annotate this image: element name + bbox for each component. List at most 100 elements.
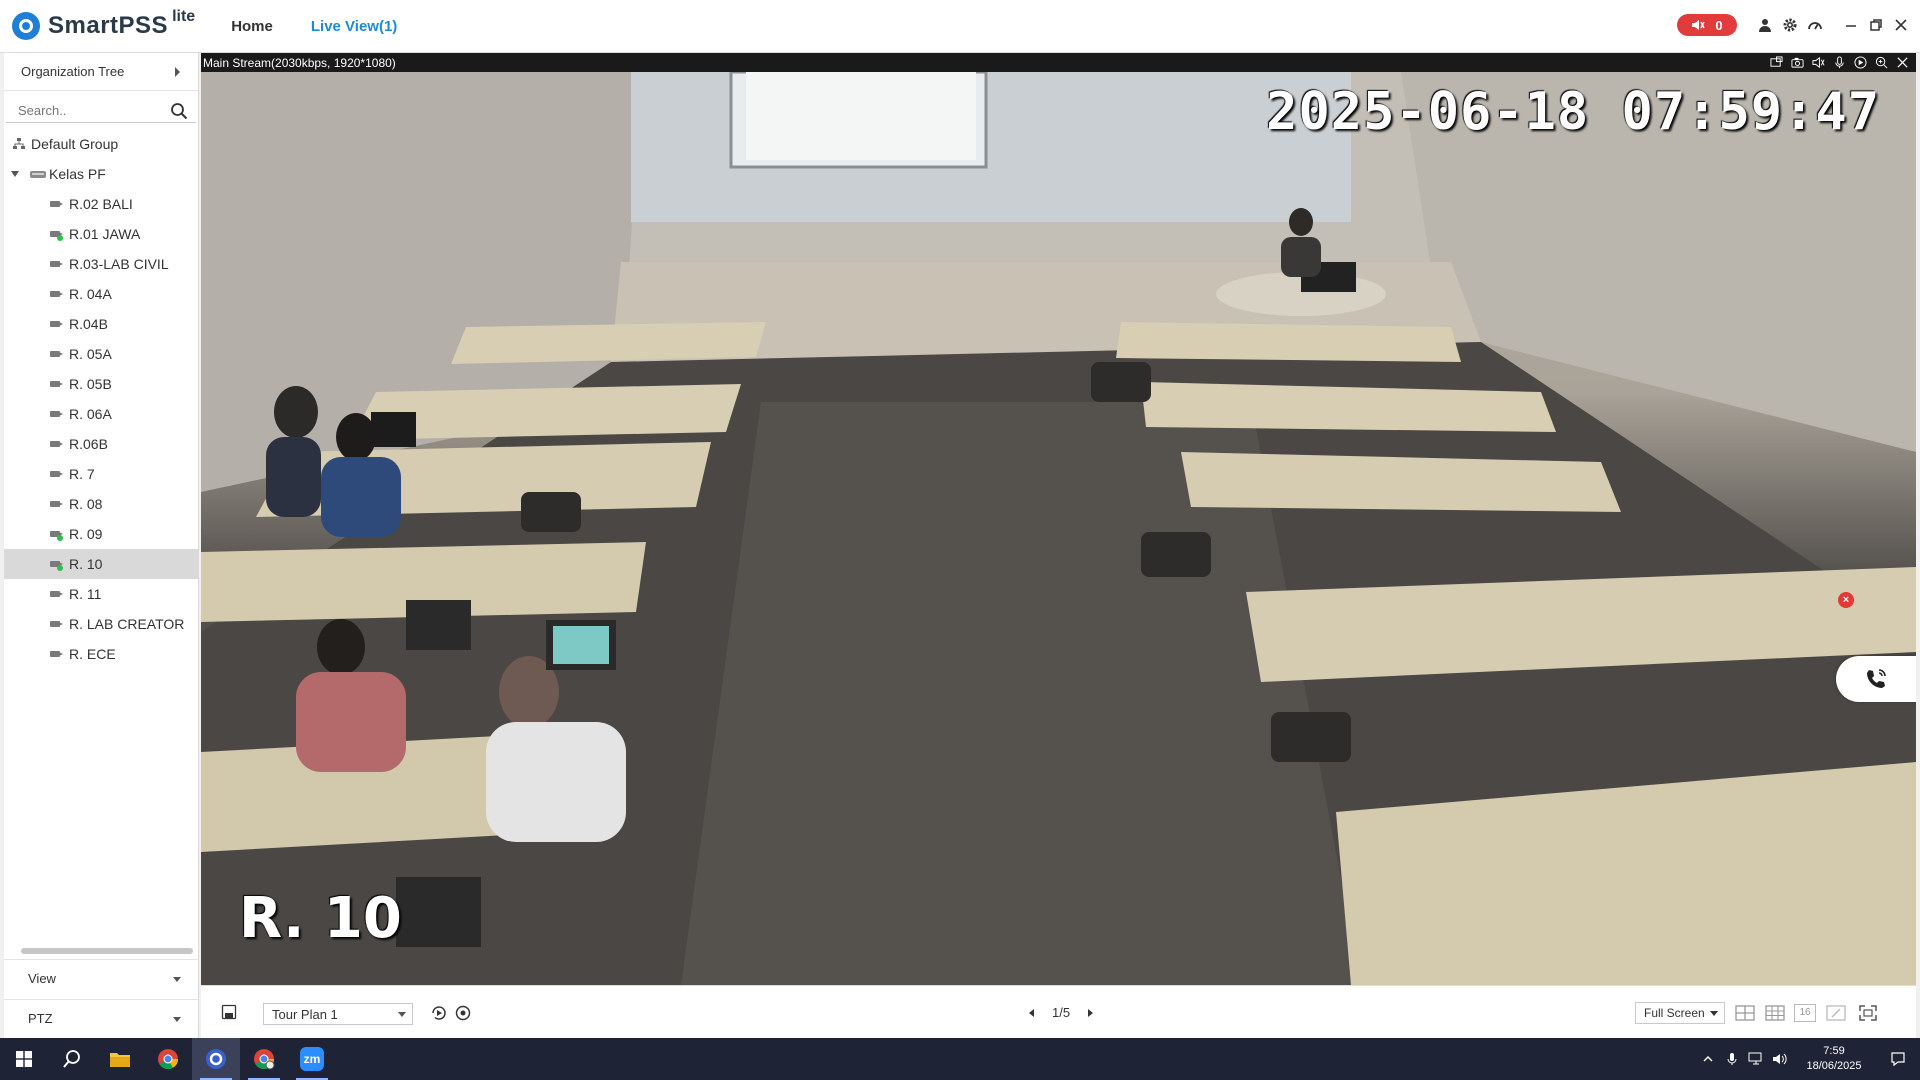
tree-item-camera[interactable]: R.03-LAB CIVIL [4, 249, 198, 279]
chrome-profile-icon [254, 1049, 275, 1070]
notification-icon[interactable] [1876, 1038, 1920, 1080]
chevron-up-icon[interactable] [1696, 1038, 1720, 1080]
microphone-icon[interactable] [1720, 1038, 1744, 1080]
screen-mode-select[interactable]: Full Screen [1635, 1002, 1725, 1024]
network-icon[interactable] [1744, 1038, 1768, 1080]
camera-icon [50, 499, 64, 509]
nvr-device-icon [30, 171, 46, 178]
tree-item-camera[interactable]: R. 05B [4, 369, 198, 399]
taskbar-smartpss[interactable] [192, 1038, 240, 1080]
taskbar-chrome-profile[interactable] [240, 1038, 288, 1080]
caret-down-icon [173, 1017, 181, 1022]
tab-live-view[interactable]: Live View(1) [311, 18, 397, 35]
folder-icon [110, 1053, 130, 1067]
screen-mode-value: Full Screen [1644, 1006, 1705, 1020]
previous-page-icon[interactable] [1029, 1008, 1034, 1017]
clock-date: 18/06/2025 [1806, 1060, 1862, 1072]
restore-icon[interactable] [1865, 14, 1887, 36]
tree-item-camera[interactable]: R. 10 [4, 549, 198, 579]
microphone-icon[interactable] [1831, 54, 1847, 70]
ptz-panel-toggle[interactable]: PTZ [4, 999, 199, 1037]
caret-down-icon [398, 1012, 406, 1017]
tree-item-camera[interactable]: R.01 JAWA [4, 219, 198, 249]
taskbar-file-explorer[interactable] [96, 1038, 144, 1080]
tree-item-label: R. 11 [69, 586, 102, 602]
user-icon[interactable] [1754, 14, 1776, 36]
tour-settings-icon[interactable] [453, 1003, 473, 1023]
zoom-in-icon[interactable] [1873, 54, 1889, 70]
close-call-widget-icon[interactable]: × [1838, 592, 1854, 608]
taskbar-zoom[interactable]: zm [288, 1038, 336, 1080]
start-button[interactable] [0, 1038, 48, 1080]
smartpss-logo-icon [12, 12, 40, 40]
tree-item-label: R. 04A [69, 286, 112, 302]
video-controls [1768, 54, 1910, 70]
tree-item-label: R. 7 [69, 466, 95, 482]
intercom-call-widget[interactable] [1836, 656, 1916, 702]
app-name: SmartPSS [48, 12, 169, 39]
tree-item-camera[interactable]: R. 09 [4, 519, 198, 549]
search-input[interactable] [6, 99, 166, 122]
app-name-suffix: lite [172, 8, 196, 25]
close-icon[interactable] [1890, 14, 1912, 36]
tree-item-label: R. 08 [69, 496, 103, 512]
alarm-button[interactable]: 0 [1677, 14, 1737, 36]
camera-icon [50, 469, 64, 479]
snapshot-camera-icon[interactable] [1789, 54, 1805, 70]
playback-icon[interactable] [1852, 54, 1868, 70]
tree-item-camera[interactable]: R. 7 [4, 459, 198, 489]
taskbar-clock[interactable]: 7:59 18/06/2025 [1792, 1044, 1876, 1074]
tab-home[interactable]: Home [231, 18, 273, 35]
search-icon[interactable] [170, 102, 188, 120]
tree-item-camera[interactable]: R. 08 [4, 489, 198, 519]
tree-item-default-group[interactable]: Default Group [4, 129, 198, 159]
tour-plan-select[interactable]: Tour Plan 1 [263, 1003, 413, 1025]
volume-icon[interactable] [1768, 1038, 1792, 1080]
tree-item-kelas-pf[interactable]: Kelas PF [4, 159, 198, 189]
camera-feed[interactable]: 2025-06-18 07:59:47 R. 10 [201, 72, 1916, 985]
osd-channel-name: R. 10 [239, 886, 402, 951]
next-page-icon[interactable] [1088, 1008, 1094, 1017]
caret-down-icon [173, 977, 181, 982]
caret-down-icon[interactable] [10, 169, 20, 179]
camera-icon [50, 649, 64, 659]
search-icon [63, 1050, 80, 1068]
speedometer-icon[interactable] [1804, 14, 1826, 36]
alarm-count: 0 [1715, 17, 1723, 33]
camera-icon [50, 439, 64, 449]
minimize-icon[interactable] [1840, 14, 1862, 36]
gear-icon[interactable] [1779, 14, 1801, 36]
online-status-dot [57, 565, 63, 571]
window-icon[interactable] [1768, 54, 1784, 70]
horizontal-scrollbar[interactable] [21, 948, 193, 954]
tree-item-camera[interactable]: R.04B [4, 309, 198, 339]
live-video-window[interactable]: Main Stream(2030kbps, 1920*1080) 2025-06… [201, 53, 1916, 985]
audio-icon[interactable] [1810, 54, 1826, 70]
tree-item-camera[interactable]: R. 06A [4, 399, 198, 429]
custom-layout-icon[interactable] [1825, 1004, 1847, 1022]
close-video-icon[interactable] [1894, 54, 1910, 70]
tree-item-label: R.01 JAWA [69, 226, 141, 242]
camera-icon [50, 349, 64, 359]
taskbar-chrome[interactable] [144, 1038, 192, 1080]
layout-9-icon[interactable] [1764, 1004, 1786, 1022]
tree-item-camera[interactable]: R. 04A [4, 279, 198, 309]
tree-item-label: R.02 BALI [69, 196, 133, 212]
fullscreen-icon[interactable] [1857, 1004, 1879, 1022]
tour-start-icon[interactable] [429, 1003, 449, 1023]
layout-4-icon[interactable] [1734, 1004, 1756, 1022]
tree-item-camera[interactable]: R. ECE [4, 639, 198, 669]
view-panel-toggle[interactable]: View [4, 959, 199, 997]
tree-item-camera[interactable]: R. 11 [4, 579, 198, 609]
organization-tree-header[interactable]: Organization Tree [4, 53, 198, 91]
tree-item-label: R.06B [69, 436, 108, 452]
tree-item-camera[interactable]: R.06B [4, 429, 198, 459]
tree-item-camera[interactable]: R. LAB CREATOR [4, 609, 198, 639]
tree-item-camera[interactable]: R. 05A [4, 339, 198, 369]
save-view-icon[interactable] [221, 1004, 237, 1020]
taskbar-search-button[interactable] [48, 1038, 96, 1080]
tree-item-camera[interactable]: R.02 BALI [4, 189, 198, 219]
camera-icon [50, 259, 64, 269]
chevron-right-icon [175, 67, 180, 77]
layout-16-button[interactable]: 16 [1794, 1004, 1816, 1022]
